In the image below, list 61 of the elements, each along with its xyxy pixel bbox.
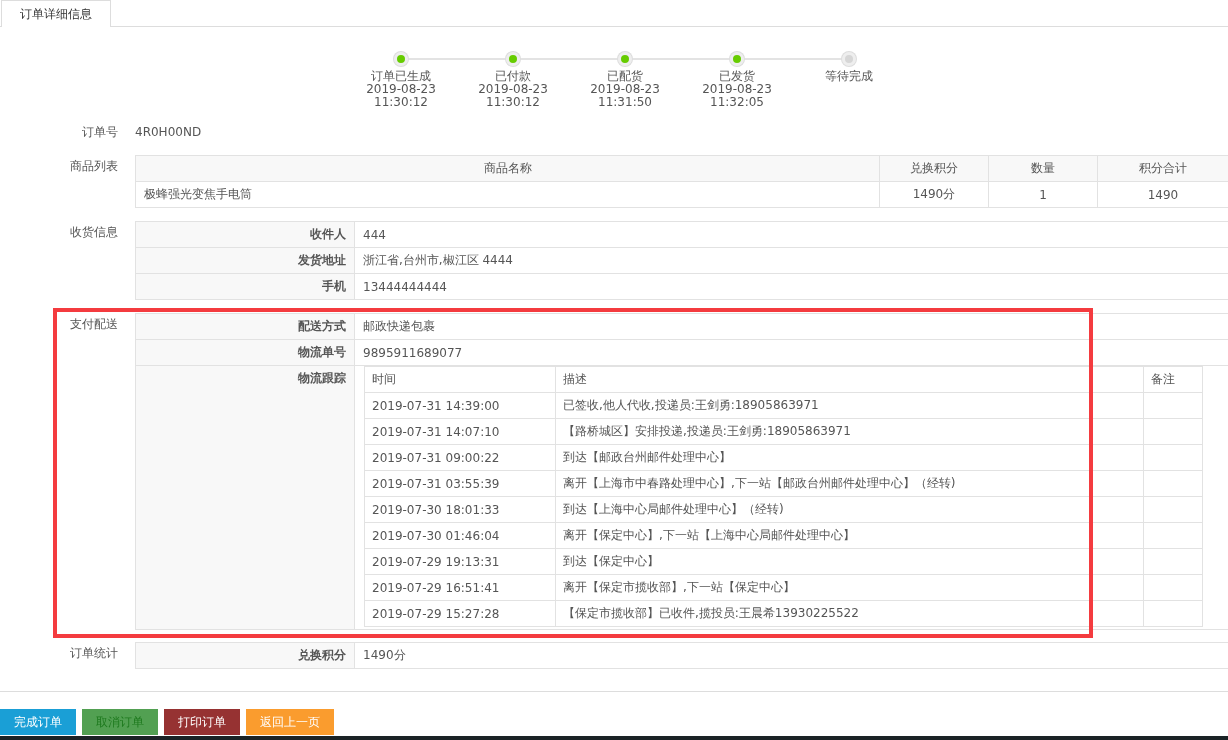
section-label: 订单号 xyxy=(81,124,119,141)
table-cell: 1490分 xyxy=(879,181,989,208)
table-cell: 离开【保定市揽收部】,下一站【保定中心】 xyxy=(555,574,1144,601)
table-cell: 2019-07-29 16:51:41 xyxy=(364,574,556,601)
field-label: 物流跟踪 xyxy=(135,365,355,630)
column-header: 时间 xyxy=(364,366,556,393)
step-label: 已付款 xyxy=(495,70,531,83)
action-button[interactable]: 完成订单 xyxy=(0,709,76,735)
table-cell: 2019-07-30 18:01:33 xyxy=(364,496,556,523)
table-cell: 2019-07-30 01:46:04 xyxy=(364,522,556,549)
step-date: 2019-08-23 xyxy=(590,83,660,96)
table-cell: 2019-07-29 19:13:31 xyxy=(364,548,556,575)
step-date: 2019-08-23 xyxy=(478,83,548,96)
table-cell: 离开【上海市中春路处理中心】,下一站【邮政台州邮件处理中心】（经转) xyxy=(555,470,1144,497)
table-cell: 极蜂强光变焦手电筒 xyxy=(135,181,880,208)
order-number: 4R0H00ND xyxy=(135,124,202,141)
field-value: 邮政快递包裹 xyxy=(354,313,1228,340)
table-cell: 2019-07-31 14:39:00 xyxy=(364,392,556,419)
column-header: 描述 xyxy=(555,366,1144,393)
table-cell: 到达【上海中心局邮件处理中心】（经转) xyxy=(555,496,1144,523)
column-header: 积分合计 xyxy=(1097,155,1228,182)
step-time: 11:30:12 xyxy=(486,96,540,109)
table-cell: 到达【邮政台州邮件处理中心】 xyxy=(555,444,1144,471)
table-cell: 1 xyxy=(988,181,1098,208)
table-cell: 2019-07-29 15:27:28 xyxy=(364,600,556,627)
step-label: 已配货 xyxy=(607,70,643,83)
step-label: 订单已生成 xyxy=(371,70,431,83)
table-cell: 2019-07-31 09:00:22 xyxy=(364,444,556,471)
table-cell: 2019-07-31 03:55:39 xyxy=(364,470,556,497)
field-value: 444 xyxy=(354,221,1228,248)
section-label: 支付配送 xyxy=(69,316,119,333)
table-cell: 2019-07-31 14:07:10 xyxy=(364,418,556,445)
field-value: 1490分 xyxy=(354,642,1228,669)
column-header: 数量 xyxy=(988,155,1098,182)
table-cell: 【路桥城区】安排投递,投递员:王剑勇:18905863971 xyxy=(555,418,1144,445)
table-cell: 【保定市揽收部】已收件,揽投员:王晨希13930225522 xyxy=(555,600,1144,627)
step-time: 11:31:50 xyxy=(598,96,652,109)
field-label: 收件人 xyxy=(135,221,355,248)
field-label: 手机 xyxy=(135,273,355,300)
step-date: 2019-08-23 xyxy=(702,83,772,96)
section-label: 订单统计 xyxy=(69,645,119,662)
column-header: 商品名称 xyxy=(135,155,880,182)
table-cell: 到达【保定中心】 xyxy=(555,548,1144,575)
step-label: 已发货 xyxy=(719,70,755,83)
step-label: 等待完成 xyxy=(825,70,873,83)
step-date: 2019-08-23 xyxy=(366,83,436,96)
field-label: 物流单号 xyxy=(135,339,355,366)
table-cell: 已签收,他人代收,投递员:王剑勇:18905863971 xyxy=(555,392,1144,419)
column-header: 备注 xyxy=(1143,366,1203,393)
step-time: 11:32:05 xyxy=(710,96,764,109)
section-label: 收货信息 xyxy=(69,224,119,241)
field-label: 配送方式 xyxy=(135,313,355,340)
field-label: 兑换积分 xyxy=(135,642,355,669)
section-label: 商品列表 xyxy=(69,158,119,175)
column-header: 兑换积分 xyxy=(879,155,989,182)
action-button[interactable]: 返回上一页 xyxy=(246,709,334,735)
action-button[interactable]: 打印订单 xyxy=(164,709,240,735)
tab[interactable]: 订单详细信息 xyxy=(1,0,111,27)
table-cell: 离开【保定中心】,下一站【上海中心局邮件处理中心】 xyxy=(555,522,1144,549)
field-label: 发货地址 xyxy=(135,247,355,274)
step-time: 11:30:12 xyxy=(374,96,428,109)
